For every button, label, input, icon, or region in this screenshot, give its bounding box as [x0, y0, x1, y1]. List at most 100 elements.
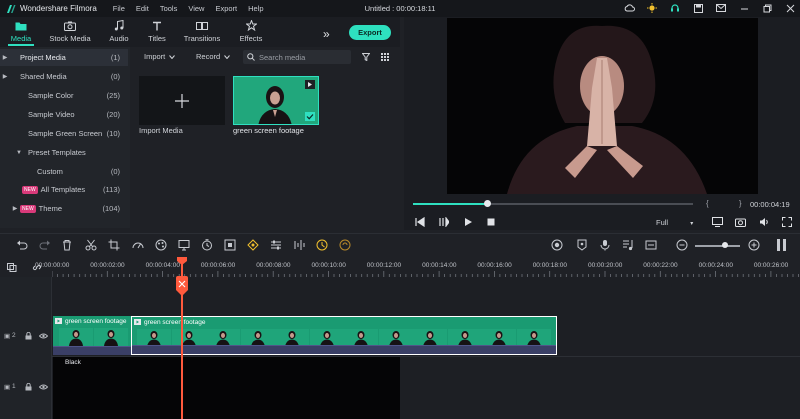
ai-portrait-icon[interactable] [339, 239, 351, 251]
sidebar-item-count: (1) [110, 53, 120, 62]
effects-icon [234, 19, 268, 32]
minimize-icon[interactable] [738, 2, 750, 14]
tab-label: Titles [148, 34, 166, 43]
sidebar-item-shared-media[interactable]: ▶ Shared Media (0) [0, 68, 128, 85]
sidebar-item-label: Shared Media [20, 72, 67, 81]
sidebar-item-custom[interactable]: Custom (0) [0, 163, 128, 180]
link-icon[interactable] [32, 263, 42, 272]
search-box [243, 50, 351, 64]
grid-view-icon[interactable] [381, 53, 389, 61]
mark-in-out-braces[interactable]: { } [706, 199, 756, 208]
menu-help[interactable]: Help [248, 4, 263, 13]
microphone-icon[interactable] [599, 239, 611, 251]
timeline-clip-black[interactable] [53, 357, 400, 419]
sidebar-item-sample-color[interactable]: Sample Color (25) [0, 87, 128, 104]
add-track-icon[interactable] [7, 263, 17, 272]
tab-titles[interactable]: Titles [142, 19, 172, 45]
filter-icon[interactable] [362, 53, 370, 61]
export-button[interactable]: Export [349, 25, 391, 40]
timeline-clip-green-screen-1[interactable]: green screen footage [53, 316, 131, 355]
lock-icon[interactable] [25, 332, 32, 340]
tab-audio[interactable]: Audio [104, 19, 134, 45]
sidebar-item-label: All Templates [40, 185, 86, 194]
eye-icon[interactable] [39, 333, 48, 339]
audio-ducking-icon[interactable] [645, 239, 657, 251]
save-icon[interactable] [692, 2, 704, 14]
menu-tools[interactable]: Tools [160, 4, 178, 13]
fullscreen-icon[interactable] [782, 217, 792, 227]
media-clip-thumbnail[interactable] [233, 76, 319, 125]
menu-file[interactable]: File [113, 4, 125, 13]
caret-right-icon: ▶ [12, 206, 18, 212]
crop-icon[interactable] [108, 239, 120, 251]
duration-icon[interactable] [201, 239, 213, 251]
tab-transitions[interactable]: Transitions [182, 19, 222, 45]
marker-icon[interactable] [576, 239, 588, 251]
timeline-clip-green-screen-2[interactable]: green screen footage [131, 316, 557, 355]
zoom-slider-track[interactable] [695, 245, 740, 247]
audio-mix-icon[interactable] [293, 239, 305, 251]
delete-icon[interactable] [61, 239, 73, 251]
menu-edit[interactable]: Edit [136, 4, 149, 13]
previous-frame-icon[interactable] [415, 217, 425, 227]
timeline-fit-icon[interactable] [776, 239, 788, 251]
sidebar-item-theme[interactable]: ▶ NEW Theme (104) [0, 200, 128, 217]
menu-view[interactable]: View [188, 4, 204, 13]
green-screen-icon[interactable] [178, 239, 190, 251]
clip-frame-thumbnail [59, 328, 93, 346]
record-dropdown[interactable]: Record [196, 50, 231, 63]
tab-media[interactable]: Media [6, 19, 36, 45]
undo-icon[interactable] [16, 239, 28, 251]
sidebar-item-count: (20) [106, 110, 120, 119]
sidebar-item-project-media[interactable]: ▶ Project Media (1) [0, 49, 128, 66]
color-icon[interactable] [155, 239, 167, 251]
adjust-icon[interactable] [270, 239, 282, 251]
tab-effects[interactable]: Effects [234, 19, 268, 45]
snapshot-icon[interactable] [735, 217, 746, 227]
cut-icon[interactable] [85, 239, 97, 251]
eye-icon[interactable] [39, 384, 48, 390]
display-icon[interactable] [712, 217, 723, 227]
import-dropdown[interactable]: Import [144, 50, 176, 63]
sidebar-item-sample-video[interactable]: Sample Video (20) [0, 106, 128, 123]
restore-icon[interactable] [761, 2, 773, 14]
fit-icon[interactable] [224, 239, 236, 251]
keyframe-icon[interactable] [247, 239, 259, 251]
lock-icon[interactable] [25, 383, 32, 391]
import-media-tile[interactable] [139, 76, 225, 125]
search-input[interactable] [259, 52, 349, 62]
more-tabs-icon[interactable]: » [323, 27, 330, 41]
playback-quality-dropdown[interactable]: Full ▾ [656, 218, 693, 227]
zoom-in-icon[interactable] [748, 239, 760, 251]
video-track-number: 2 [12, 332, 16, 339]
stop-icon[interactable] [486, 217, 496, 227]
play-pause-icon[interactable] [439, 217, 449, 227]
caret-right-icon: ▶ [2, 74, 8, 80]
playhead-split-marker[interactable] [175, 276, 189, 296]
mail-icon[interactable] [715, 2, 727, 14]
preview-frame-image [447, 18, 758, 194]
speed-icon[interactable] [132, 239, 144, 251]
lightbulb-icon[interactable] [646, 2, 658, 14]
volume-icon[interactable] [759, 217, 770, 227]
sidebar-item-all-templates[interactable]: NEW All Templates (113) [0, 181, 128, 198]
headset-icon[interactable] [669, 2, 681, 14]
sidebar-item-preset-templates[interactable]: ▼ Preset Templates [0, 144, 128, 161]
zoom-slider-handle[interactable] [722, 242, 728, 248]
redo-icon[interactable] [39, 239, 51, 251]
menu-export[interactable]: Export [215, 4, 237, 13]
render-icon[interactable] [551, 239, 563, 251]
voiceover-icon[interactable] [622, 239, 634, 251]
clip-type-icon [55, 318, 62, 324]
cloud-icon[interactable] [623, 2, 635, 14]
tab-stock-media[interactable]: Stock Media [48, 19, 92, 45]
preview-progress-handle[interactable] [484, 200, 491, 207]
tab-label: Audio [109, 34, 129, 43]
sidebar-item-sample-green-screen[interactable]: Sample Green Screen (10) [0, 125, 128, 142]
zoom-out-icon[interactable] [676, 239, 688, 251]
play-icon[interactable] [463, 217, 473, 227]
auto-highlight-icon[interactable] [316, 239, 328, 251]
close-icon[interactable] [784, 2, 796, 14]
sidebar-item-count: (104) [102, 204, 120, 213]
playhead-handle[interactable] [177, 257, 187, 265]
